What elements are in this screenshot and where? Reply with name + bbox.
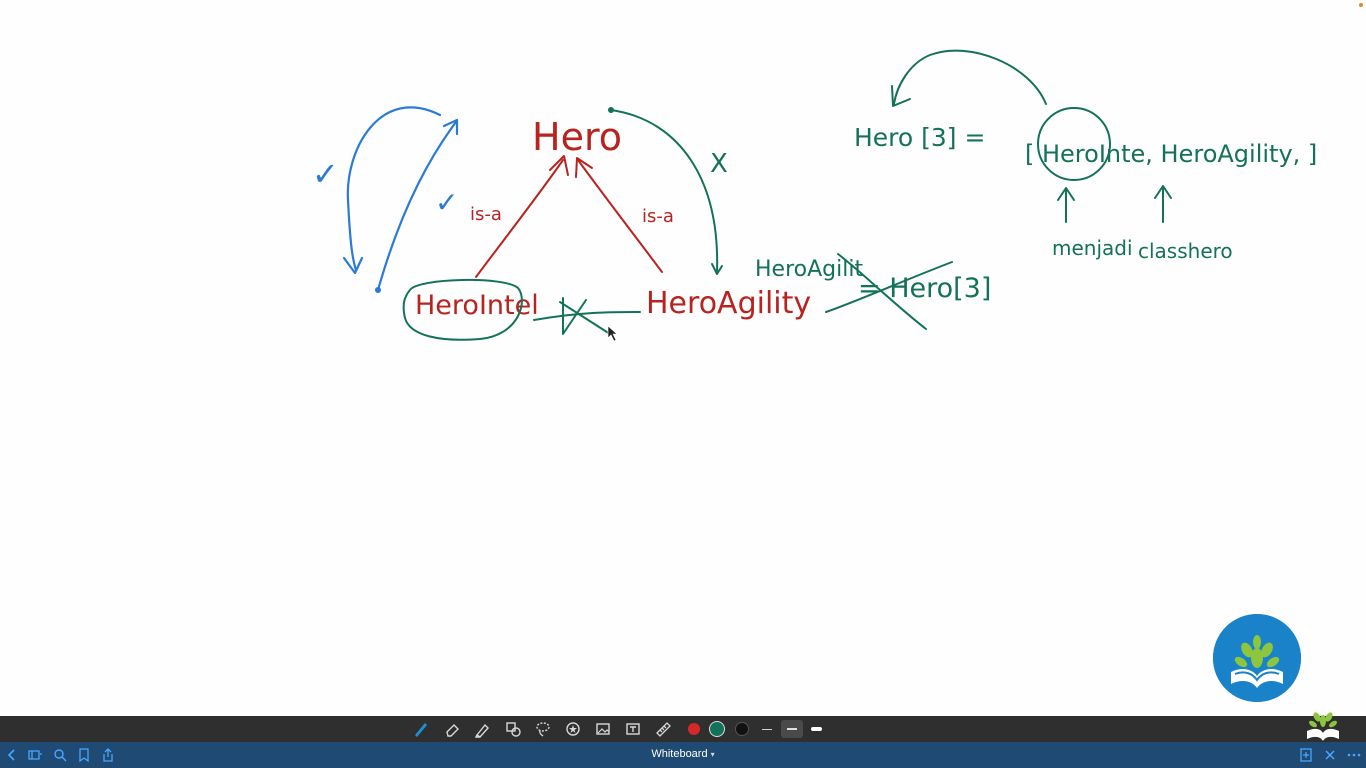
hero-agility-label: HeroAgility (646, 286, 811, 321)
blue-arrow-down (346, 106, 442, 272)
arc-hero-to-agility (610, 109, 719, 273)
color-green-swatch[interactable] (710, 722, 724, 736)
hero-label: Hero (532, 115, 622, 159)
corner-logo-icon (1303, 703, 1343, 743)
shapes-icon[interactable] (504, 720, 522, 738)
add-page-icon[interactable] (1298, 747, 1314, 763)
color-red-swatch[interactable] (688, 723, 700, 735)
blue-start-dot (375, 287, 381, 293)
array-loop-arrow (893, 49, 1047, 105)
ruler-icon[interactable] (654, 720, 672, 738)
bottom-bar: Whiteboard ▾ (0, 742, 1366, 768)
book-leaf-icon (1213, 614, 1301, 702)
hero-intel-label: HeroIntel (415, 290, 539, 321)
up-arrow-right (1154, 185, 1172, 223)
array-decl: Hero [3] = (854, 123, 985, 152)
eraser-icon[interactable] (443, 720, 461, 738)
thickness-medium-selected[interactable] (781, 720, 803, 738)
document-title-text: Whiteboard (651, 748, 708, 760)
blue-arrowhead-up (442, 118, 459, 136)
up-arrow-left (1057, 187, 1075, 223)
annotation-left: menjadi (1052, 236, 1133, 260)
image-icon[interactable] (594, 720, 612, 738)
close-icon[interactable] (1322, 747, 1338, 763)
mouse-cursor (607, 325, 618, 342)
highlighter-icon[interactable] (473, 720, 491, 738)
check-outer: ✓ (312, 155, 339, 193)
pen-icon[interactable] (412, 720, 430, 738)
annotation-right: classhero (1138, 239, 1233, 263)
check-inner: ✓ (435, 186, 458, 219)
is-a-right-label: is-a (642, 206, 674, 227)
color-black-swatch[interactable] (736, 723, 748, 735)
drawing-toolbar (0, 716, 1366, 742)
title-chevron-down-icon: ▾ (710, 750, 715, 759)
text-icon[interactable] (624, 720, 642, 738)
thickness-thin[interactable] (762, 729, 772, 730)
thickness-thick[interactable] (811, 727, 822, 731)
document-title[interactable]: Whiteboard ▾ (0, 748, 1366, 760)
arc-start-dot (608, 107, 614, 113)
cross-mark: X (710, 149, 728, 179)
ink-layer: Hero is-a is-a HeroIntel HeroAgility X ✓… (312, 49, 1317, 342)
lasso-icon[interactable] (534, 720, 552, 738)
school-logo-badge (1213, 614, 1301, 702)
sticker-icon[interactable] (564, 720, 582, 738)
array-items: [ HeroInte, HeroAgility, ] (1025, 140, 1317, 168)
is-a-left-label: is-a (470, 204, 502, 225)
whiteboard-canvas[interactable]: Hero is-a is-a HeroIntel HeroAgility X ✓… (0, 0, 1366, 716)
recording-indicator (1359, 3, 1363, 7)
crossed-arrow (533, 297, 641, 335)
more-options-icon[interactable] (1346, 747, 1362, 763)
